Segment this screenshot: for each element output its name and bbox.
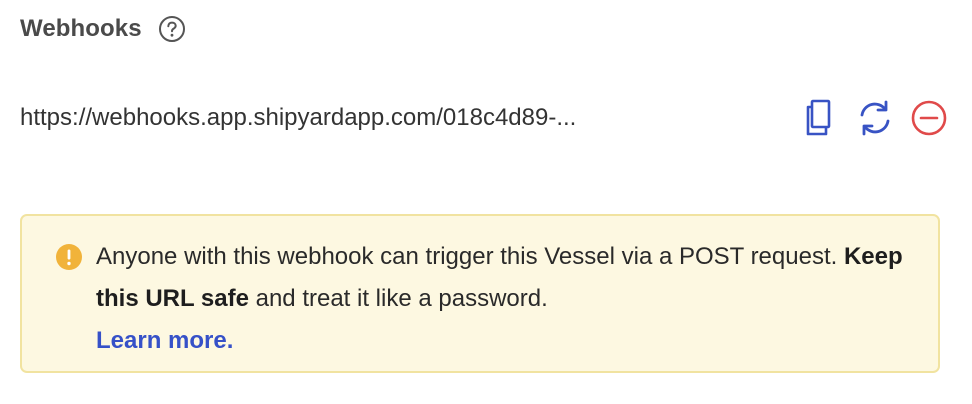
webhooks-header: Webhooks <box>20 10 186 48</box>
remove-webhook-button[interactable] <box>910 99 948 137</box>
copy-icon <box>806 99 831 136</box>
minus-circle-icon <box>911 100 947 136</box>
exclamation-circle-icon <box>55 243 83 271</box>
warning-text: Anyone with this webhook can trigger thi… <box>96 243 844 270</box>
section-title: Webhooks <box>20 15 142 42</box>
question-circle-icon[interactable] <box>158 15 186 43</box>
webhook-url-row: https://webhooks.app.shipyardapp.com/018… <box>20 96 950 140</box>
webhook-warning-callout: Anyone with this webhook can trigger thi… <box>20 214 940 373</box>
regenerate-button[interactable] <box>856 99 894 137</box>
warning-text-end: and treat it like a password. <box>248 285 548 312</box>
webhook-url[interactable]: https://webhooks.app.shipyardapp.com/018… <box>20 104 576 132</box>
webhook-actions <box>802 96 948 140</box>
warning-message: Anyone with this webhook can trigger thi… <box>96 236 916 362</box>
copy-button[interactable] <box>802 99 840 137</box>
refresh-icon <box>860 100 890 136</box>
learn-more-link[interactable]: Learn more. <box>96 327 233 354</box>
